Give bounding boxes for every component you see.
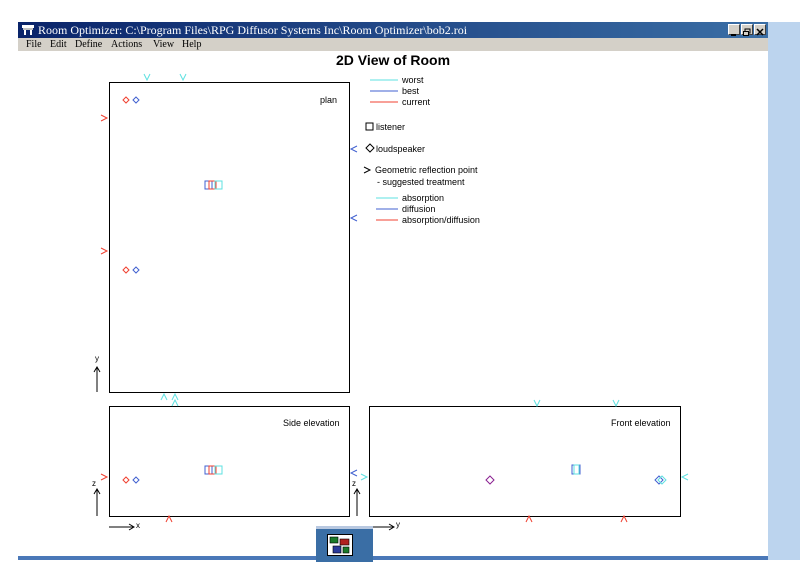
reflection-marker-plan-left-2 [100, 247, 109, 255]
reflection-marker-front-top-1 [533, 399, 541, 408]
room-layout-panel-button[interactable] [316, 526, 373, 562]
loudspeaker-plan-best-1 [132, 96, 140, 104]
reflection-marker-side-left [100, 473, 109, 481]
reflection-marker-plan-top-1 [143, 73, 151, 82]
listener-front-worst [573, 464, 580, 475]
legend-loudspeaker-label: loudspeaker [376, 144, 426, 154]
plan-view-panel[interactable] [109, 82, 350, 393]
loudspeaker-plan-current-2 [122, 266, 130, 274]
legend-absorption-diffusion-label: absorption/diffusion [402, 215, 480, 225]
reflection-marker-plan-bottom-1 [160, 392, 168, 401]
reflection-marker-plan-right-2 [349, 214, 358, 222]
loudspeaker-plan-current-1 [122, 96, 130, 104]
reflection-marker-front-right [680, 473, 689, 481]
loudspeaker-front-left [485, 475, 495, 485]
front-z-axis-label: z [352, 479, 356, 488]
side-elevation-label: Side elevation [283, 418, 340, 428]
loudspeaker-icon [365, 143, 375, 153]
room-layout-icon [327, 534, 353, 556]
plan-label: plan [320, 95, 338, 105]
side-z-axis-label: z [92, 479, 96, 488]
reflection-marker-front-left [360, 473, 369, 481]
front-y-axis-label: y [396, 520, 400, 529]
legend-best-label: best [402, 86, 420, 96]
reflection-marker-plan-left-1 [100, 114, 109, 122]
legend-diffusion-label: diffusion [402, 204, 436, 214]
loudspeaker-side-best [132, 476, 140, 484]
plan-y-axis-label: y [95, 354, 99, 363]
legend-worst-label: worst [402, 75, 424, 85]
legend-suggested-label: - suggested treatment [377, 177, 465, 187]
room-drawing [93, 73, 689, 531]
legend-reflection-label: Geometric reflection point [375, 165, 478, 175]
reflection-marker-plan-right-1 [349, 145, 358, 153]
front-elevation-label: Front elevation [611, 418, 671, 428]
reflection-marker-plan-top-2 [179, 73, 187, 82]
reflection-point-icon [363, 166, 372, 174]
legend-listener-label: listener [376, 122, 406, 132]
listener-icon [365, 122, 374, 131]
reflection-marker-side-right [349, 469, 358, 477]
legend-absorption-label: absorption [402, 193, 445, 203]
loudspeaker-front-right-best [654, 475, 664, 485]
loudspeaker-front-right-worst [657, 475, 667, 485]
reflection-marker-plan-bottom-3 [171, 398, 179, 407]
loudspeaker-plan-best-2 [132, 266, 140, 274]
legend-current-label: current [402, 97, 431, 107]
side-x-axis-label: x [136, 521, 140, 530]
loudspeaker-side-current [122, 476, 130, 484]
reflection-marker-front-top-2 [612, 399, 620, 408]
